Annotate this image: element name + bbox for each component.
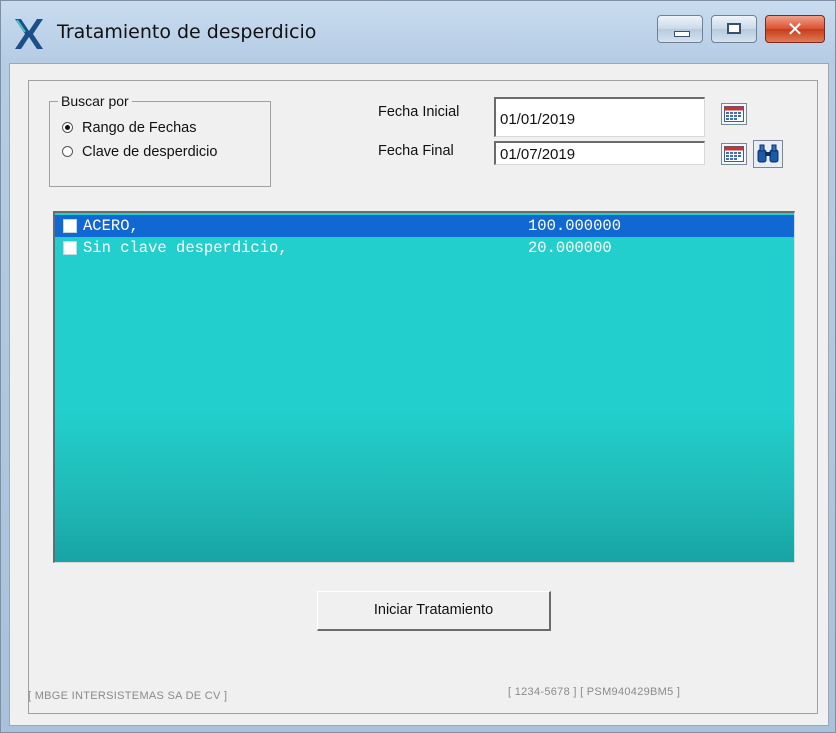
status-info: [ 1234-5678 ] [ PSM940429BM5 ] — [508, 686, 681, 698]
fecha-final-input[interactable]: 01/07/2019 — [494, 141, 705, 165]
close-button[interactable]: ✕ — [765, 15, 825, 43]
search-by-legend: Buscar por — [58, 93, 132, 109]
search-button[interactable] — [753, 140, 783, 168]
fecha-inicial-input[interactable]: 01/01/2019 — [494, 97, 705, 137]
list-item[interactable]: ACERO, 100.000000 — [55, 215, 794, 237]
calendar-icon — [724, 146, 744, 162]
fecha-final-calendar-button[interactable] — [721, 143, 747, 165]
minimize-icon — [674, 31, 690, 37]
fecha-inicial-calendar-button[interactable] — [721, 103, 747, 125]
main-window: Tratamiento de desperdicio ✕ Buscar por … — [0, 0, 836, 733]
fecha-inicial-label: Fecha Inicial — [378, 104, 460, 120]
radio-unchecked-icon[interactable] — [62, 146, 73, 157]
radio-checked-icon[interactable] — [62, 122, 73, 133]
item-checkbox[interactable] — [63, 219, 77, 233]
radio-label: Clave de desperdicio — [82, 144, 218, 160]
main-panel: Buscar por Rango de Fechas Clave de desp… — [28, 80, 818, 714]
iniciar-tratamiento-button[interactable]: Iniciar Tratamiento — [317, 591, 551, 631]
item-value: 100.000000 — [528, 217, 622, 235]
window-title: Tratamiento de desperdicio — [57, 21, 317, 43]
search-by-group: Buscar por Rango de Fechas Clave de desp… — [49, 93, 271, 187]
results-list[interactable]: ACERO, 100.000000 Sin clave desperdicio,… — [53, 211, 795, 563]
binoculars-icon — [757, 144, 779, 163]
fecha-final-label: Fecha Final — [378, 143, 454, 159]
radio-rango-fechas[interactable]: Rango de Fechas — [62, 120, 196, 136]
list-item[interactable]: Sin clave desperdicio, 20.000000 — [55, 237, 794, 259]
minimize-button[interactable] — [657, 15, 703, 43]
radio-label: Rango de Fechas — [82, 120, 197, 136]
item-checkbox[interactable] — [63, 241, 77, 255]
close-icon: ✕ — [786, 17, 804, 41]
client-area: Buscar por Rango de Fechas Clave de desp… — [9, 63, 829, 726]
status-company: [ MBGE INTERSISTEMAS SA DE CV ] — [28, 690, 228, 702]
app-logo-icon — [15, 19, 43, 49]
calendar-icon — [724, 106, 744, 122]
maximize-button[interactable] — [711, 15, 757, 43]
title-bar[interactable]: Tratamiento de desperdicio ✕ — [1, 1, 835, 63]
item-name: ACERO, — [83, 217, 139, 235]
radio-clave-desperdicio[interactable]: Clave de desperdicio — [62, 144, 217, 160]
item-value: 20.000000 — [528, 239, 612, 257]
item-name: Sin clave desperdicio, — [83, 239, 288, 257]
maximize-icon — [727, 23, 741, 34]
